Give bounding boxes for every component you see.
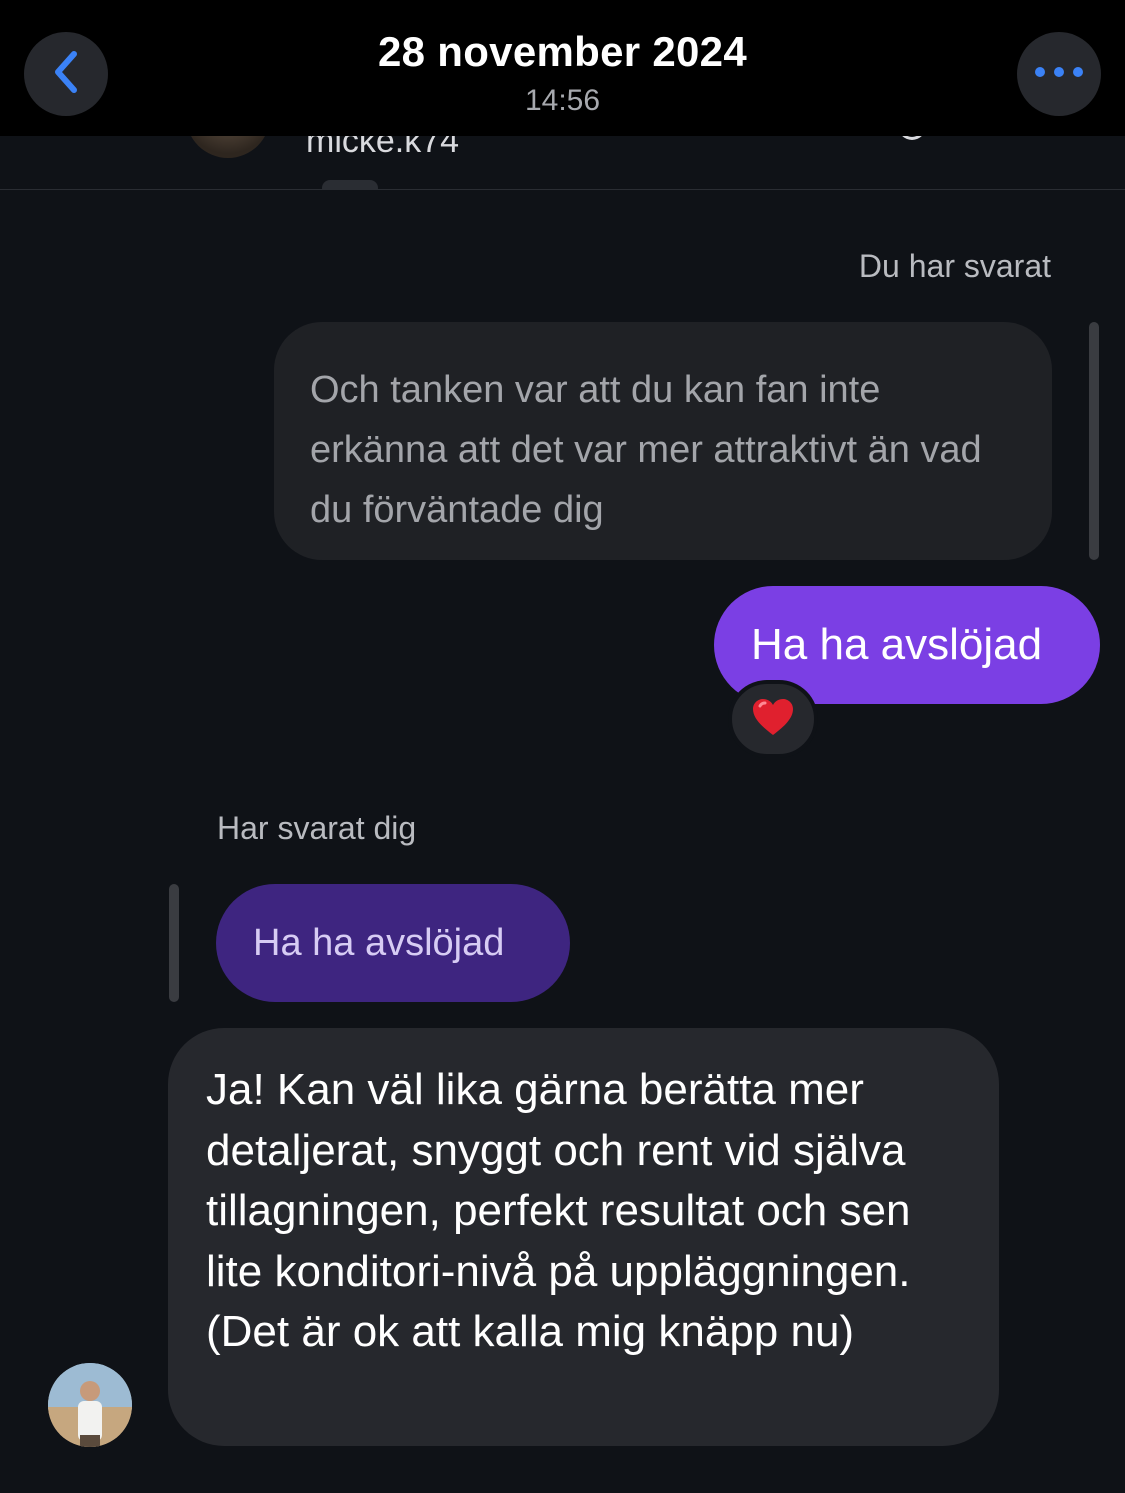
quote-indicator-bar (169, 884, 179, 1002)
header-date: 28 november 2024 (377, 28, 748, 75)
profile-action-icon[interactable] (898, 136, 926, 140)
more-options-button[interactable] (1017, 32, 1101, 116)
sent-message-text: Ha ha avslöjad (751, 620, 1043, 669)
quoted-message-bubble[interactable]: Och tanken var att du kan fan inte erkän… (274, 322, 1052, 560)
quoted-reply-text: Ha ha avslöjad (253, 921, 505, 964)
reaction-badge[interactable] (728, 680, 818, 758)
chat-screen: 28 november 2024 14:56 micke.k74 Du har … (0, 0, 1125, 1493)
received-message-bubble[interactable]: Ja! Kan väl lika gärna berätta mer detal… (168, 1028, 999, 1446)
sender-avatar[interactable] (48, 1363, 132, 1447)
quote-indicator-bar (1089, 322, 1099, 560)
chat-header: 28 november 2024 14:56 (0, 0, 1125, 136)
profile-pill (322, 180, 378, 189)
profile-avatar[interactable] (186, 136, 270, 158)
quoted-reply-bubble[interactable]: Ha ha avslöjad (216, 884, 570, 1002)
received-reply-label: Har svarat dig (217, 810, 417, 846)
sent-reply-label: Du har svarat (858, 248, 1051, 284)
ellipsis-icon (1034, 65, 1084, 83)
heart-icon (751, 697, 795, 742)
profile-row: micke.k74 (0, 136, 1125, 190)
header-time: 14:56 (524, 84, 601, 117)
profile-username[interactable]: micke.k74 (306, 136, 459, 161)
